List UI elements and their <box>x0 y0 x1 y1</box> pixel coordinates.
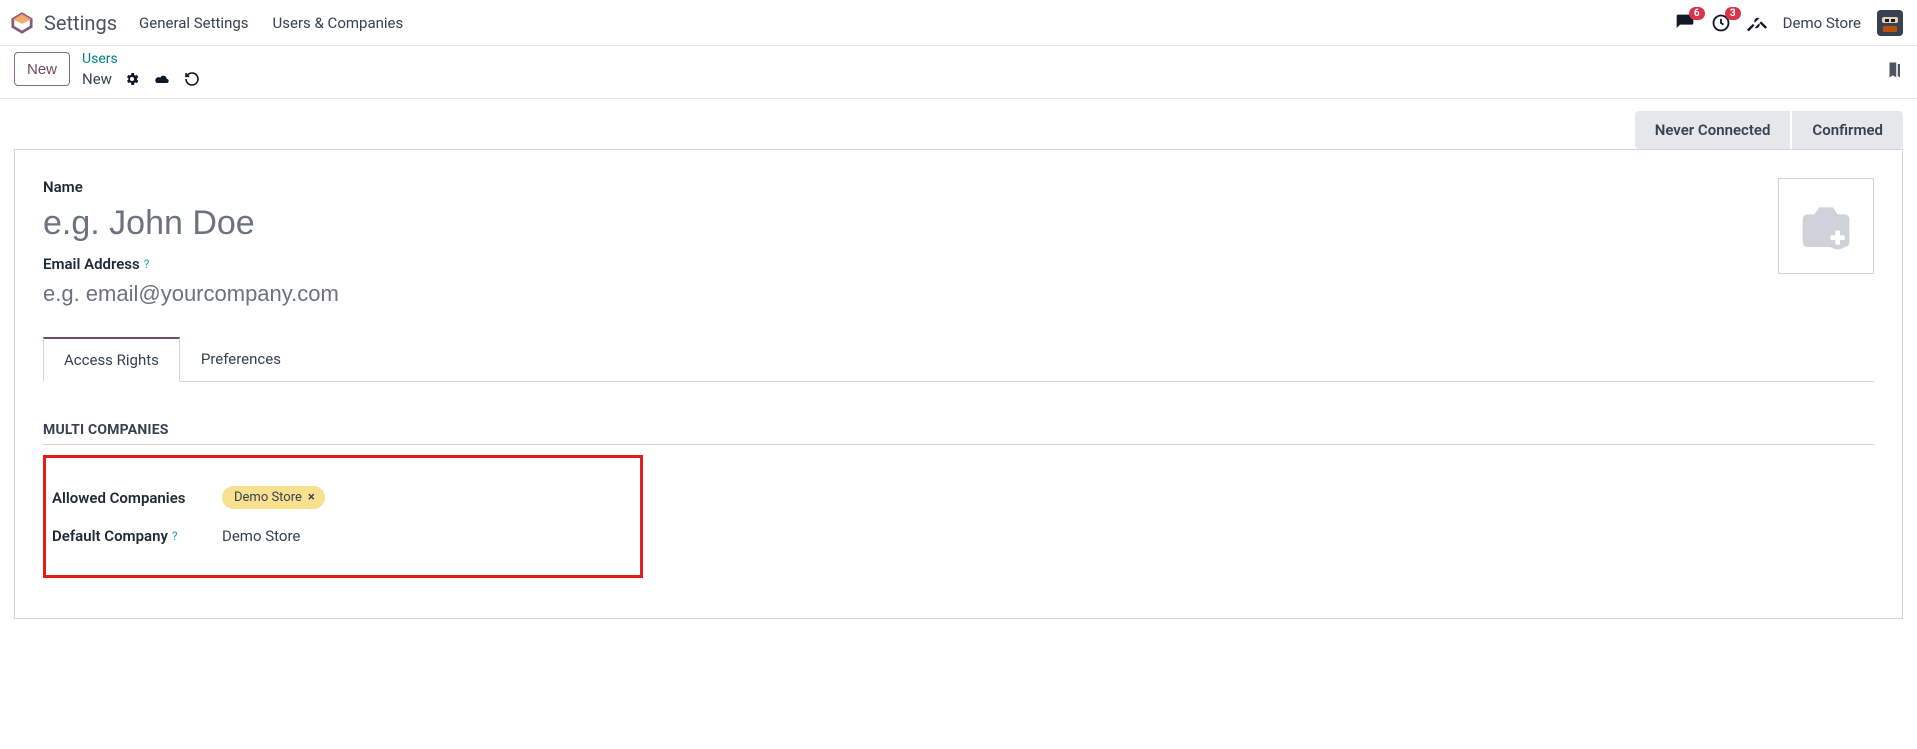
tabs: Access Rights Preferences <box>43 337 1874 382</box>
allowed-company-tag[interactable]: Demo Store × <box>222 486 325 509</box>
image-upload[interactable] <box>1778 178 1874 274</box>
email-label-text: Email Address <box>43 255 140 273</box>
breadcrumb-users[interactable]: Users <box>82 52 200 66</box>
tab-preferences[interactable]: Preferences <box>180 337 302 381</box>
email-label: Email Address ? <box>43 255 1758 273</box>
allowed-company-tag-text: Demo Store <box>234 490 302 505</box>
main: Never Connected Confirmed Name Email Add… <box>0 99 1917 649</box>
app-title: Settings <box>44 11 117 35</box>
discard-icon[interactable] <box>184 71 200 87</box>
top-menu: General Settings Users & Companies <box>139 14 403 32</box>
tab-access-rights[interactable]: Access Rights <box>43 337 180 382</box>
activities-badge: 3 <box>1725 7 1741 20</box>
gear-icon[interactable] <box>124 71 140 87</box>
default-company-label: Default Company ? <box>52 527 222 545</box>
cloud-save-icon[interactable] <box>154 71 170 87</box>
breadcrumb-current: New <box>82 70 112 88</box>
remove-tag-icon[interactable]: × <box>308 490 315 505</box>
section-multi-companies: MULTI COMPANIES <box>43 422 1874 445</box>
email-input[interactable] <box>43 279 1758 315</box>
activities-button[interactable]: 3 <box>1711 13 1731 33</box>
app-logo-icon[interactable] <box>10 11 34 35</box>
name-input[interactable] <box>43 202 1758 255</box>
topbar: Settings General Settings Users & Compan… <box>0 0 1917 46</box>
form-sheet: Name Email Address ? Access Rights <box>14 149 1903 619</box>
status-never-connected[interactable]: Never Connected <box>1635 111 1791 149</box>
breadcrumb: Users New <box>82 52 200 88</box>
default-company-value[interactable]: Demo Store <box>222 527 300 545</box>
topbar-right: 6 3 Demo Store <box>1675 10 1903 36</box>
company-switch[interactable]: Demo Store <box>1783 14 1861 32</box>
help-icon[interactable]: ? <box>172 529 178 543</box>
default-company-label-text: Default Company <box>52 527 168 545</box>
menu-users-companies[interactable]: Users & Companies <box>273 14 404 32</box>
bookmark-icon[interactable] <box>1885 59 1903 81</box>
status-confirmed[interactable]: Confirmed <box>1792 111 1903 149</box>
menu-general-settings[interactable]: General Settings <box>139 14 249 32</box>
avatar[interactable] <box>1877 10 1903 36</box>
allowed-companies-label: Allowed Companies <box>52 489 222 507</box>
multi-companies-highlight: Allowed Companies Demo Store × Default C… <box>43 455 643 578</box>
messages-button[interactable]: 6 <box>1675 13 1695 33</box>
tools-icon[interactable] <box>1747 13 1767 33</box>
new-button[interactable]: New <box>14 52 70 86</box>
messages-badge: 6 <box>1689 7 1705 20</box>
name-label: Name <box>43 178 1758 196</box>
controlbar: New Users New <box>0 46 1917 99</box>
help-icon[interactable]: ? <box>144 257 150 271</box>
status-bar: Never Connected Confirmed <box>14 111 1903 149</box>
